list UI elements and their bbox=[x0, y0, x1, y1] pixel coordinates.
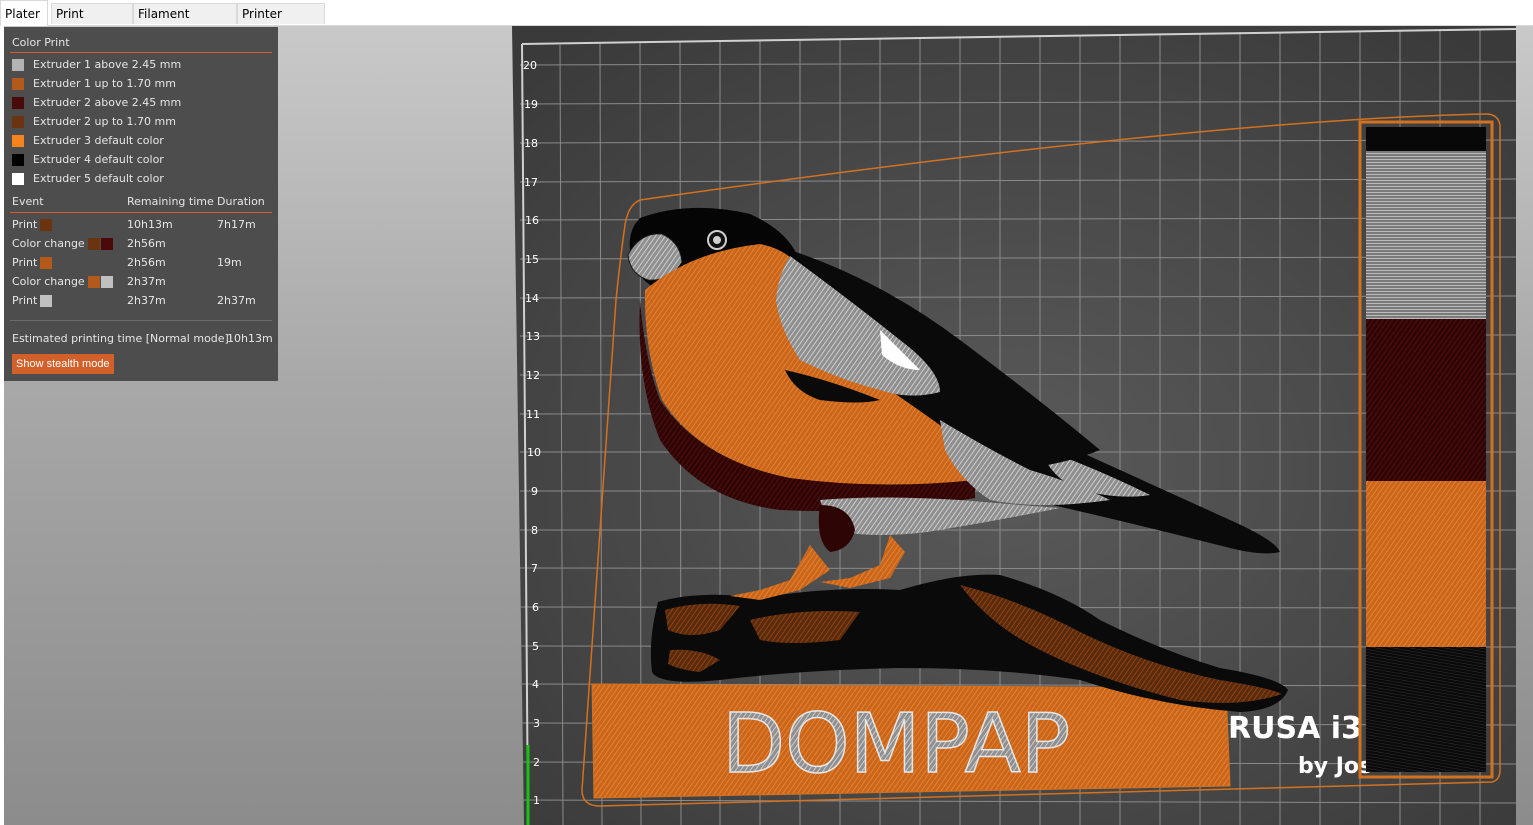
legend-item: Extruder 2 up to 1.70 mm bbox=[12, 115, 176, 129]
axis-tick: 14 bbox=[525, 292, 539, 305]
event-duration: 7h17m bbox=[217, 218, 256, 231]
axis-tick: 18 bbox=[524, 137, 538, 150]
legend-label: Extruder 2 up to 1.70 mm bbox=[33, 115, 176, 128]
legend-item: Extruder 5 default color bbox=[12, 172, 164, 186]
legend-item: Extruder 3 default color bbox=[12, 134, 164, 148]
event-color bbox=[40, 219, 53, 231]
legend-item: Extruder 2 above 2.45 mm bbox=[12, 96, 181, 110]
legend-label: Extruder 2 above 2.45 mm bbox=[33, 96, 182, 109]
color-swatch bbox=[12, 97, 24, 109]
event-remaining: 2h56m bbox=[127, 256, 166, 269]
axis-tick: 19 bbox=[524, 98, 538, 111]
axis-tick: 12 bbox=[526, 369, 540, 382]
event-label: Print bbox=[12, 294, 38, 307]
axis-tick: 9 bbox=[531, 485, 538, 498]
estimate-value: 10h13m bbox=[227, 332, 273, 345]
event-remaining: 2h56m bbox=[127, 237, 166, 250]
axis-tick: 16 bbox=[525, 214, 539, 227]
axis-tick: 10 bbox=[527, 446, 541, 459]
axis-tick: 20 bbox=[523, 59, 537, 72]
event-remaining: 2h37m bbox=[127, 275, 166, 288]
axis-tick: 1 bbox=[533, 794, 540, 807]
wipe-tower bbox=[1358, 120, 1494, 779]
legend-label: Extruder 1 above 2.45 mm bbox=[33, 58, 182, 71]
event-duration: 19m bbox=[217, 256, 242, 269]
axis-tick: 13 bbox=[526, 330, 540, 343]
panel-title: Color Print bbox=[12, 36, 70, 49]
show-stealth-mode-button[interactable]: Show stealth mode bbox=[12, 354, 114, 374]
axis-tick: 3 bbox=[533, 717, 540, 730]
column-header-event: Event bbox=[12, 195, 44, 208]
event-color bbox=[40, 295, 53, 307]
legend-label: Extruder 5 default color bbox=[33, 172, 164, 185]
axis-tick: 7 bbox=[531, 562, 538, 575]
color-swatch bbox=[12, 173, 24, 185]
column-header-remaining: Remaining time bbox=[127, 195, 214, 208]
event-label: Print bbox=[12, 218, 38, 231]
axis-tick: 6 bbox=[532, 601, 539, 614]
event-color bbox=[87, 276, 100, 288]
color-swatch bbox=[12, 59, 24, 71]
color-swatch bbox=[12, 116, 24, 128]
color-swatch bbox=[12, 78, 24, 90]
tab-filament-settings[interactable]: Filament Settings bbox=[133, 3, 237, 41]
column-header-duration: Duration bbox=[217, 195, 265, 208]
axis-tick: 8 bbox=[531, 524, 538, 537]
title-separator bbox=[10, 52, 272, 53]
legend-label: Extruder 4 default color bbox=[33, 153, 164, 166]
name-plate: DOMPAP bbox=[591, 683, 1231, 799]
event-color bbox=[87, 238, 100, 250]
axis-tick: 4 bbox=[532, 678, 539, 691]
legend-item: Extruder 4 default color bbox=[12, 153, 164, 167]
estimate-label: Estimated printing time [Normal mode]: bbox=[12, 332, 233, 345]
event-label: Color change bbox=[12, 237, 85, 250]
axis-tick: 11 bbox=[526, 408, 540, 421]
name-plate-text: DOMPAP bbox=[722, 697, 1070, 792]
event-color bbox=[40, 257, 53, 269]
tab-print-settings[interactable]: Print Settings bbox=[51, 3, 133, 41]
table-separator bbox=[10, 320, 272, 321]
color-swatch bbox=[12, 154, 24, 166]
event-remaining: 2h37m bbox=[127, 294, 166, 307]
tab-bar: Plater Print Settings Filament Settings … bbox=[0, 0, 1533, 41]
axis-tick: 2 bbox=[533, 756, 540, 769]
legend-label: Extruder 1 up to 1.70 mm bbox=[33, 77, 176, 90]
legend-item: Extruder 1 above 2.45 mm bbox=[12, 58, 181, 72]
color-print-legend-panel: Color Print Extruder 1 above 2.45 mm Ext… bbox=[4, 27, 278, 381]
event-color bbox=[100, 238, 113, 250]
bed-logo-text: RUSA i3 bbox=[1228, 711, 1362, 746]
tab-plater[interactable]: Plater bbox=[0, 0, 48, 26]
legend-item: Extruder 1 up to 1.70 mm bbox=[12, 77, 176, 91]
axis-tick: 5 bbox=[532, 640, 539, 653]
event-remaining: 10h13m bbox=[127, 218, 173, 231]
event-color bbox=[100, 276, 113, 288]
axis-tick: 15 bbox=[525, 253, 539, 266]
event-label: Print bbox=[12, 256, 38, 269]
axis-tick: 17 bbox=[524, 176, 538, 189]
color-swatch bbox=[12, 135, 24, 147]
header-separator bbox=[10, 212, 272, 213]
event-duration: 2h37m bbox=[217, 294, 256, 307]
tab-printer-settings[interactable]: Printer Settings bbox=[237, 3, 325, 41]
legend-label: Extruder 3 default color bbox=[33, 134, 164, 147]
event-label: Color change bbox=[12, 275, 85, 288]
